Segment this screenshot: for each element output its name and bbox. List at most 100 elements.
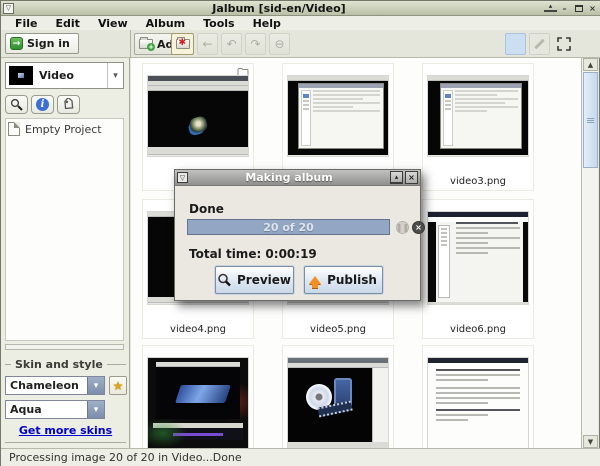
star-icon: ★ (113, 379, 124, 393)
minimize-button[interactable]: – (558, 2, 571, 14)
thumbnail-caption: video6.png (450, 324, 506, 335)
project-tree: Empty Project (5, 118, 124, 341)
progress-bar: 20 of 20 (187, 219, 390, 235)
maximize-button[interactable] (572, 2, 585, 14)
preview-button[interactable]: Preview (215, 266, 294, 294)
thumbnail-image (288, 358, 388, 448)
scrollbar-grip (584, 117, 597, 123)
page-icon (8, 122, 20, 136)
stop-button[interactable]: × (412, 221, 425, 234)
film-reel-logo (188, 115, 208, 134)
thumbnail-image (148, 358, 248, 448)
dialog-window-icon: ▽ (177, 172, 188, 183)
toolbar: → Sign in + Add ✱ ← ↶ ↷ ⊖ (1, 30, 600, 58)
tags-button[interactable] (57, 95, 80, 114)
separator (5, 442, 126, 443)
thumbnail-caption: video5.png (310, 324, 366, 335)
pause-button[interactable]: ❚❚ (396, 221, 409, 234)
scrollbar-thumb[interactable] (583, 72, 598, 168)
status-text: Processing image 20 of 20 in Video...Don… (9, 451, 242, 464)
chevron-down-icon: ▾ (87, 401, 104, 418)
skin-select[interactable]: Chameleon ▾ (5, 376, 105, 395)
tree-horizontal-scrollbar[interactable] (5, 344, 124, 350)
sign-in-label: Sign in (27, 37, 70, 50)
skin-preview-button[interactable]: ★ (109, 376, 127, 395)
total-time-label: Total time: 0:00:19 (189, 247, 317, 261)
window-titlebar: ▽ Jalbum [sid-en/Video] ▴ – × (1, 1, 600, 16)
dialog-close-button[interactable]: × (405, 171, 418, 184)
menu-help[interactable]: Help (245, 17, 289, 30)
sidebar-splitter[interactable] (129, 58, 130, 448)
dialog-publish-button[interactable]: Publish (304, 266, 383, 294)
menu-view[interactable]: View (90, 17, 136, 30)
style-select[interactable]: Aqua ▾ (5, 400, 105, 419)
thumbnail-video8[interactable] (282, 345, 394, 448)
skin-style-header-label: Skin and style (15, 358, 103, 371)
remove-button[interactable]: ⊖ (269, 33, 290, 55)
sidebar-tool-row: i (5, 95, 80, 114)
info-button[interactable]: i (31, 95, 54, 114)
thumbnail-caption: video4.png (170, 324, 226, 335)
style-select-value: Aqua (6, 403, 87, 416)
tree-item-empty-project[interactable]: Empty Project (6, 119, 123, 139)
fullscreen-button[interactable] (554, 34, 574, 54)
thumbnail-image (148, 76, 248, 156)
thumbnail-video7[interactable] (142, 345, 254, 448)
pencil-icon (534, 39, 545, 50)
album-thumbnail-icon (9, 66, 33, 85)
thumbnail-video3[interactable]: video3.png (422, 63, 534, 191)
get-more-skins-link[interactable]: Get more skins (1, 424, 130, 437)
fullscreen-icon (557, 37, 571, 51)
menu-tools[interactable]: Tools (195, 17, 242, 30)
toolbar-divider (130, 30, 131, 58)
xine-logo (175, 385, 231, 403)
scroll-down-button[interactable]: ▼ (583, 435, 598, 448)
menu-bar: File Edit View Album Tools Help (1, 16, 600, 30)
publish-arrow-icon (309, 276, 321, 284)
menu-file[interactable]: File (7, 17, 46, 30)
thumbnail-image (428, 358, 528, 448)
thumbnail-image (288, 76, 388, 156)
camera-folder-icon: ✱ (176, 39, 190, 49)
thumbnail-video6[interactable]: video6.png (422, 199, 534, 339)
sidebar: Video ▾ i Empty Project Skin and style (1, 58, 130, 448)
info-icon: i (36, 98, 49, 111)
scroll-up-button[interactable]: ▲ (583, 58, 598, 71)
making-album-dialog: ▽ Making album ▴ × Done 20 of 20 ❚❚ × To… (174, 169, 421, 301)
back-button[interactable]: ← (197, 33, 218, 55)
dialog-status-label: Done (189, 202, 224, 216)
skin-select-value: Chameleon (6, 379, 87, 392)
chevron-down-icon: ▾ (87, 377, 104, 394)
thumbnail-caption: video3.png (450, 176, 506, 187)
window-menu-icon[interactable]: ▽ (3, 3, 14, 14)
rotate-left-button[interactable]: ↶ (221, 33, 242, 55)
tree-item-label: Empty Project (25, 123, 102, 136)
menu-album[interactable]: Album (138, 17, 193, 30)
close-button[interactable]: × (586, 2, 599, 14)
shade-button[interactable]: ▴ (544, 2, 557, 12)
dialog-titlebar: ▽ Making album ▴ × (175, 170, 420, 186)
dialog-publish-label: Publish (327, 273, 377, 287)
preview-magnifier-icon (217, 273, 231, 287)
status-bar: Processing image 20 of 20 in Video...Don… (1, 448, 600, 466)
dialog-shade-button[interactable]: ▴ (390, 171, 403, 184)
search-button[interactable] (5, 95, 28, 114)
import-camera-button[interactable]: ✱ (171, 33, 194, 55)
menu-edit[interactable]: Edit (48, 17, 88, 30)
search-icon (10, 98, 23, 111)
window-title: Jalbum [sid-en/Video] (14, 2, 544, 15)
view-mode-button[interactable] (505, 33, 526, 55)
preview-label: Preview (237, 273, 291, 287)
tag-icon (62, 98, 75, 111)
progress-label: 20 of 20 (263, 221, 314, 234)
thumbnail-image (428, 212, 528, 304)
edit-button[interactable] (529, 33, 550, 55)
rotate-right-button[interactable]: ↷ (245, 33, 266, 55)
chevron-down-icon: ▾ (107, 63, 123, 88)
thumbnail-video9[interactable] (422, 345, 534, 448)
sign-in-button[interactable]: → Sign in (5, 33, 79, 54)
album-selector[interactable]: Video ▾ (5, 62, 124, 89)
maximize-icon (575, 5, 583, 12)
skin-style-header[interactable]: Skin and style (5, 358, 126, 371)
vertical-scrollbar[interactable]: ▲ ▼ (581, 58, 598, 448)
